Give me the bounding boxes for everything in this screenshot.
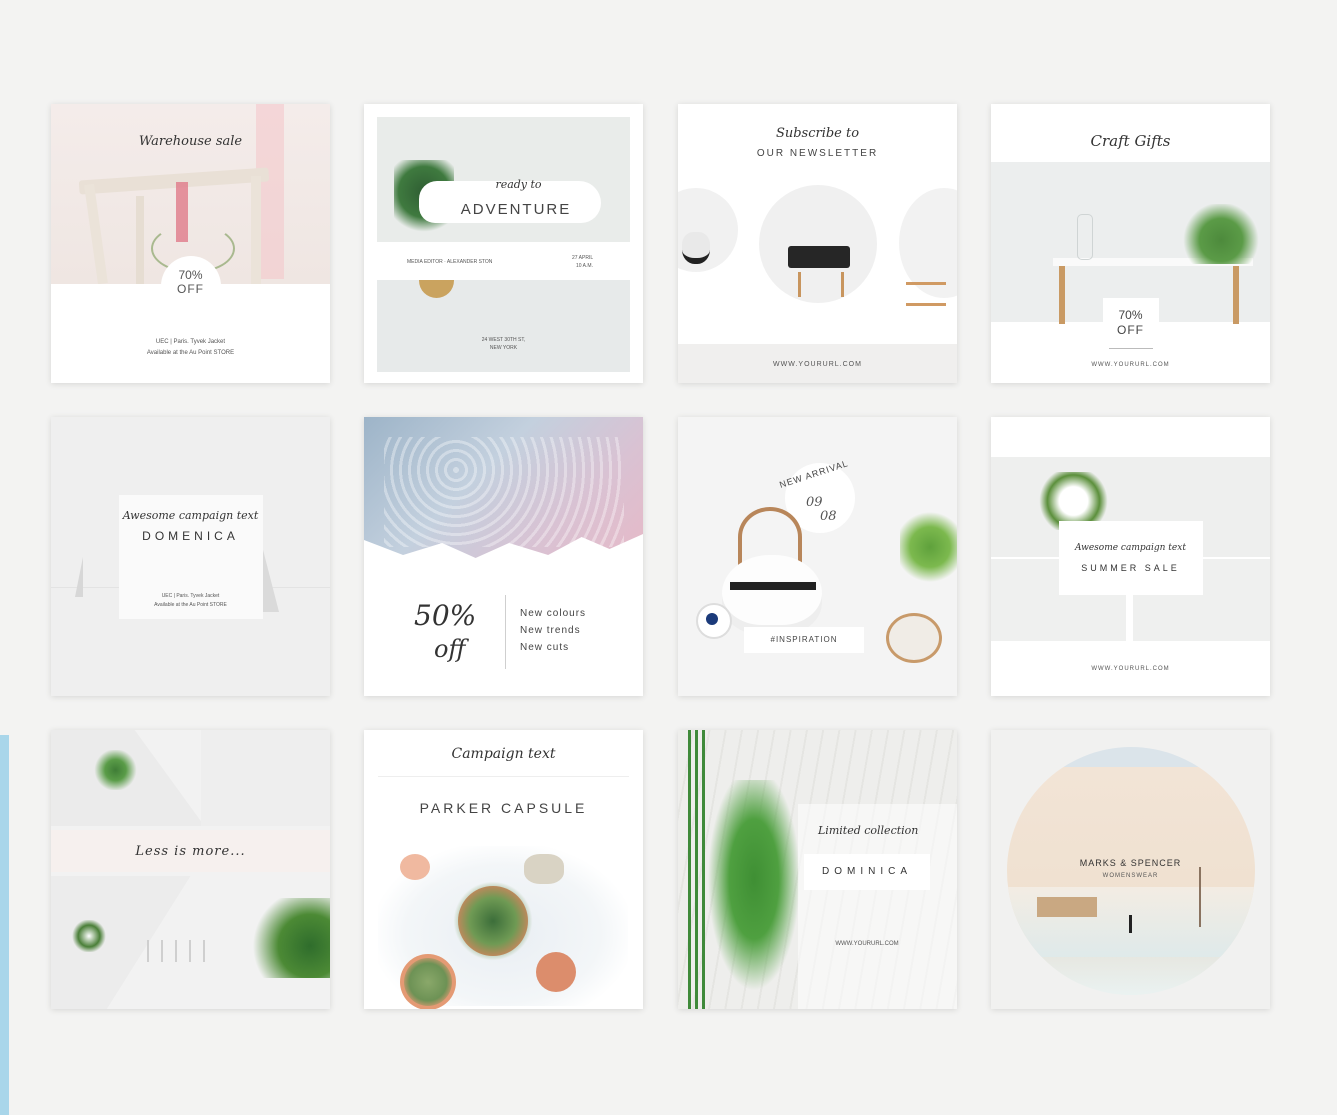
snow-texture [384, 437, 624, 547]
website-url: WWW.YOURURL.COM [1091, 362, 1170, 368]
kettle-icon [722, 555, 822, 635]
hashtag-label: #INSPIRATION [770, 635, 838, 644]
caption-line: UEC | Paris. Tyvek Jacket [161, 593, 220, 599]
caption-line: UEC | Paris. Tyvek Jacket [155, 339, 226, 345]
discount-badge-off: OFF [177, 282, 204, 296]
caption-line: Available at the Au Point STORE [146, 350, 235, 356]
kettle-band [730, 582, 816, 590]
card-heading: ADVENTURE [460, 201, 572, 218]
divider [378, 776, 629, 777]
text-panel [1059, 521, 1203, 595]
accent-strip [0, 735, 9, 1115]
template-adventure[interactable]: ready to ADVENTURE MEDIA EDITOR · ALEXAN… [364, 104, 643, 383]
card-script-title: Campaign text [451, 746, 556, 762]
discount-badge: 70% [1118, 308, 1143, 322]
sailboats-icon [147, 940, 207, 962]
card-script-title: ready to [495, 178, 542, 191]
glass-photo [201, 730, 330, 826]
palm-leaf-icon [247, 898, 330, 978]
brand-subtitle: WOMENSWEAR [1102, 873, 1159, 879]
shelf-icon [906, 282, 946, 306]
kettle-icon [682, 232, 710, 264]
opening [1037, 897, 1097, 917]
website-url: WWW.YOURURL.COM [835, 941, 899, 947]
template-new-arrival[interactable]: NEW ARRIVAL 09 08 #INSPIRATION [678, 417, 957, 696]
succulent-icon [404, 958, 452, 1006]
template-domenica[interactable]: Awesome campaign text DOMENICA UEC | Par… [51, 417, 330, 696]
discount-badge: 70% [178, 268, 203, 282]
template-craft-gifts[interactable]: Craft Gifts 70% OFF WWW.YOURURL.COM [991, 104, 1270, 383]
person-icon [1129, 915, 1132, 933]
glass-bottle-icon [1077, 214, 1093, 260]
template-warehouse-sale[interactable]: Warehouse sale 70% OFF UEC | Paris. Tyve… [51, 104, 330, 383]
succulent-icon [452, 880, 534, 962]
card-script-title: Limited collection [818, 824, 919, 837]
table-photo [377, 280, 630, 372]
template-summer-sale[interactable]: Awesome campaign text SUMMER SALE WWW.YO… [991, 417, 1270, 696]
date-day: 09 [806, 495, 823, 510]
template-parker-capsule[interactable]: Campaign text PARKER CAPSULE [364, 730, 643, 1009]
jar-icon [886, 613, 942, 663]
monstera-icon [93, 750, 138, 790]
template-fifty-off[interactable]: 50% off New colours New trends New cuts [364, 417, 643, 696]
stool-legs-icon [798, 272, 844, 297]
mint-icon [704, 780, 804, 1000]
template-marks-spencer[interactable]: MARKS & SPENCER WOMENSWEAR [991, 730, 1270, 1009]
divider [505, 595, 506, 669]
card-script-title: Craft Gifts [1090, 132, 1171, 150]
shell-icon [400, 854, 430, 880]
event-address: NEW YORK [489, 345, 518, 351]
brand-name: MARKS & SPENCER [1079, 858, 1182, 868]
cup-pattern [706, 613, 718, 625]
card-heading: OUR NEWSLETTER [756, 148, 879, 159]
card-heading: DOMENICA [142, 529, 239, 543]
sailboat-icon [75, 557, 83, 597]
website-url: WWW.YOURURL.COM [773, 361, 862, 368]
card-script-title: Subscribe to [775, 126, 860, 141]
card-heading: DOMINICA [822, 866, 912, 877]
plant-icon [900, 507, 957, 587]
card-heading: PARKER CAPSULE [419, 800, 588, 816]
website-url: WWW.YOURURL.COM [1091, 666, 1170, 672]
date-month: 08 [820, 509, 837, 524]
template-dominica[interactable]: Limited collection DOMINICA WWW.YOURURL.… [678, 730, 957, 1009]
folded-clothes-icon [788, 246, 850, 268]
card-script-title: Awesome campaign text [1075, 543, 1186, 553]
template-newsletter[interactable]: Subscribe to OUR NEWSLETTER WWW.YOURURL.… [678, 104, 957, 383]
shell-icon [524, 854, 564, 884]
bouquet-icon [71, 920, 107, 952]
event-time: 10 A.M. [576, 263, 593, 269]
card-script-title: Awesome campaign text [122, 509, 259, 522]
discount-big-off: off [434, 635, 466, 663]
cactus-pot-icon [536, 952, 576, 992]
template-less-is-more[interactable]: Less is more... [51, 730, 330, 1009]
architecture-photo [1007, 747, 1255, 995]
discount-big: 50% [414, 599, 477, 632]
caption-line: Available at the Au Point STORE [154, 602, 227, 608]
card-script-title: Warehouse sale [138, 134, 243, 149]
feature-item: New trends [520, 625, 581, 636]
discount-badge-off: OFF [1117, 323, 1144, 337]
divider [1109, 348, 1153, 349]
feature-item: New colours [520, 608, 587, 619]
feature-item: New cuts [520, 642, 570, 653]
event-meta: MEDIA EDITOR · ALEXANDER STON [407, 259, 493, 265]
card-script-title: Less is more... [135, 844, 246, 859]
fern-icon [1181, 204, 1261, 264]
card-heading: SUMMER SALE [1081, 563, 1180, 573]
